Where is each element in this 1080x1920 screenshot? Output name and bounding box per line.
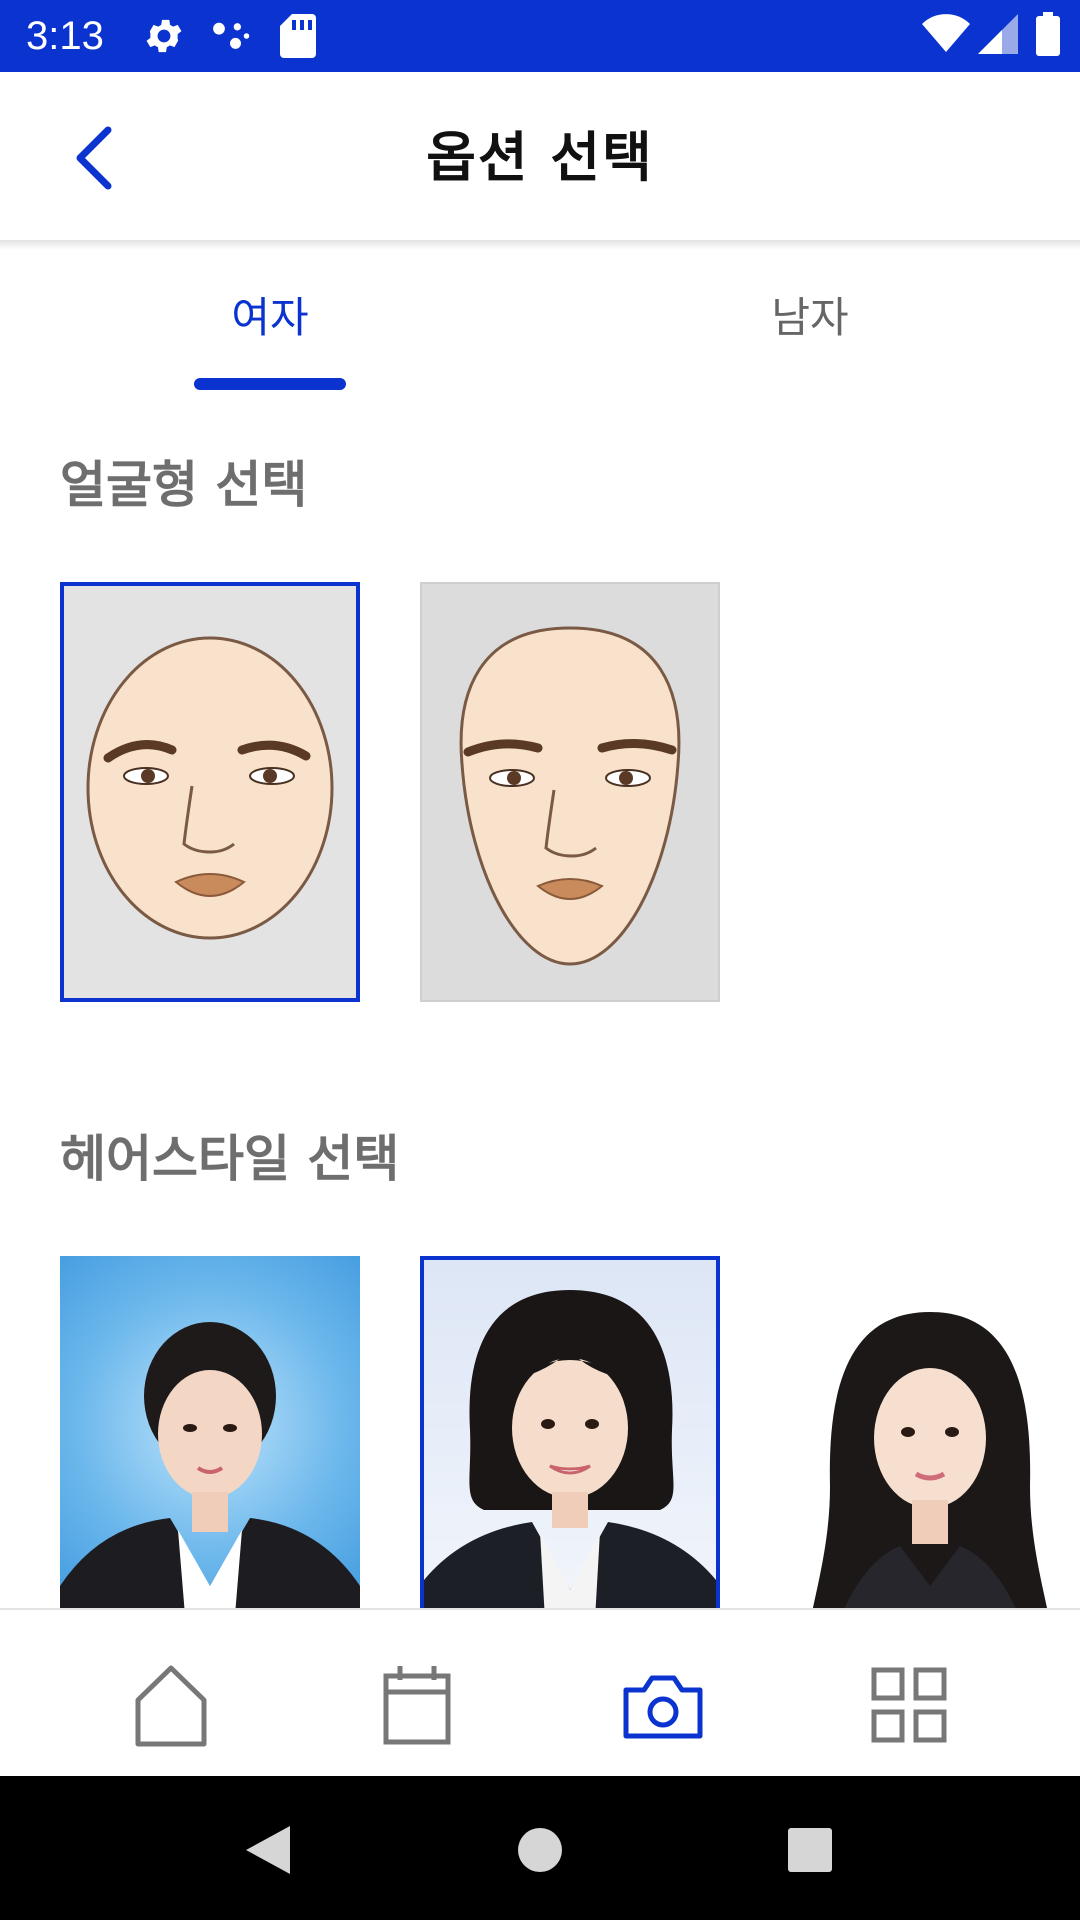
system-navigation-bar: [0, 1776, 1080, 1920]
sd-card-icon: [280, 14, 316, 58]
page-title: 옵션 선택: [426, 126, 654, 189]
face-shape-section-title: 얼굴형 선택: [60, 456, 308, 514]
home-circle-icon[interactable]: [510, 1820, 570, 1880]
back-triangle-icon[interactable]: [240, 1820, 300, 1880]
camera-icon[interactable]: [618, 1660, 708, 1750]
tab-indicator: [194, 378, 346, 390]
status-time: 3:13: [26, 14, 104, 58]
tab-male[interactable]: 남자: [540, 280, 1080, 356]
app-bar-divider: [0, 240, 1080, 250]
face-option-oval[interactable]: [420, 582, 720, 1002]
gear-icon: [146, 19, 182, 53]
round-face-illustration: [86, 636, 334, 940]
bottom-navigation: [0, 1608, 1080, 1776]
recents-square-icon[interactable]: [780, 1820, 840, 1880]
hairstyle-section-title: 헤어스타일 선택: [60, 1130, 400, 1188]
tab-female[interactable]: 여자: [0, 280, 540, 356]
status-bar: 3:13: [0, 0, 1080, 72]
grid-icon[interactable]: [864, 1660, 954, 1750]
wifi-icon: [922, 14, 970, 53]
home-icon[interactable]: [126, 1660, 216, 1750]
cell-signal-icon: [978, 14, 1018, 54]
oval-face-illustration: [459, 626, 681, 966]
battery-icon: [1036, 12, 1060, 56]
face-option-round[interactable]: [60, 582, 360, 1002]
calendar-icon[interactable]: [372, 1660, 462, 1750]
assistant-dots-icon: [213, 22, 250, 49]
